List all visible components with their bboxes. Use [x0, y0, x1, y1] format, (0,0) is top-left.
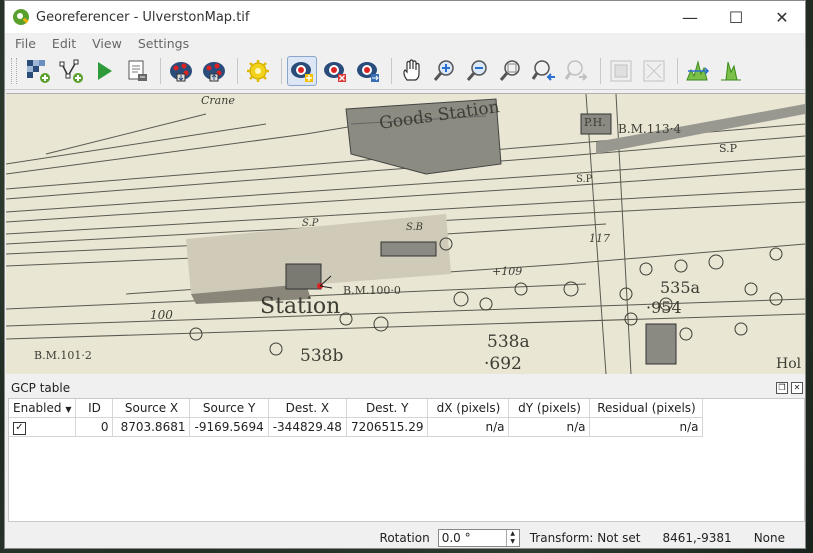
zoom-out-icon[interactable]	[463, 56, 493, 86]
menu-bar: File Edit View Settings	[5, 33, 805, 53]
map-label-hol: Hol	[776, 356, 802, 372]
toolbar-separator	[281, 58, 282, 84]
column-header-dx[interactable]: dX (pixels)	[427, 399, 510, 418]
close-button[interactable]: ✕	[759, 1, 805, 33]
menu-file[interactable]: File	[9, 36, 42, 51]
zoom-in-icon[interactable]	[430, 56, 460, 86]
map-label-sp: S.P	[719, 142, 738, 155]
status-bar: Rotation 0.0 ° ▲ ▼ Transform: Not set 846…	[6, 526, 805, 549]
zoom-to-layer-icon[interactable]	[496, 56, 526, 86]
start-georeferencing-vector-icon[interactable]	[56, 56, 86, 86]
menu-view[interactable]: View	[86, 36, 128, 51]
toolbar-grip[interactable]	[11, 58, 17, 84]
map-label-sb: S.B	[406, 222, 424, 233]
column-header-source-y[interactable]: Source Y	[189, 399, 269, 418]
map-label-954: ·954	[646, 298, 682, 317]
column-header-id[interactable]: ID	[75, 399, 114, 418]
map-canvas[interactable]: Crane Goods Station P.H. B.M.113·4 S.P S…	[6, 93, 805, 374]
cell-id[interactable]: 0	[75, 417, 114, 437]
zoom-last-icon[interactable]	[529, 56, 559, 86]
map-label-station: Station	[260, 294, 341, 319]
toolbar-separator	[237, 58, 238, 84]
georeferencer-window: Georeferencer - UlverstonMap.tif — ☐ ✕ F…	[4, 0, 806, 549]
generate-script-icon[interactable]	[122, 56, 152, 86]
save-gcp-points-icon[interactable]	[199, 56, 229, 86]
cell-dx[interactable]: n/a	[427, 417, 510, 437]
link-georeferencer-icon[interactable]	[606, 56, 636, 86]
scanned-map-image	[6, 94, 805, 374]
cell-dest-x[interactable]: -344829.48	[268, 417, 347, 437]
pan-hand-icon[interactable]	[397, 56, 427, 86]
histogram-stretch-full-icon[interactable]	[683, 56, 713, 86]
coordinate-readout: 8461,-9381	[662, 530, 732, 545]
column-header-residual[interactable]: Residual (pixels)	[589, 399, 704, 418]
minimize-button[interactable]: —	[667, 1, 713, 33]
spin-arrows-icon[interactable]: ▲ ▼	[505, 529, 519, 546]
gcp-table[interactable]: Enabled ▼ ID Source X Source Y Dest. X D…	[8, 398, 805, 522]
map-label-sp: S.P	[576, 174, 593, 185]
table-header-row: Enabled ▼ ID Source X Source Y Dest. X D…	[9, 399, 704, 418]
close-panel-icon[interactable]: ✕	[791, 382, 803, 394]
toolbar	[5, 53, 805, 90]
crs-status[interactable]: None	[754, 531, 785, 545]
cell-dy[interactable]: n/a	[508, 417, 591, 437]
start-georeferencing-play-icon[interactable]	[89, 56, 119, 86]
link-qgis-icon[interactable]	[639, 56, 669, 86]
toolbar-separator	[391, 58, 392, 84]
move-gcp-point-icon[interactable]	[353, 56, 383, 86]
map-label-sp: S.P	[302, 218, 319, 229]
column-header-dy[interactable]: dY (pixels)	[508, 399, 591, 418]
load-gcp-points-icon[interactable]	[166, 56, 196, 86]
toolbar-separator	[600, 58, 601, 84]
menu-settings[interactable]: Settings	[132, 36, 195, 51]
map-label-100: 100	[150, 308, 173, 322]
map-label-538b: 538b	[300, 346, 344, 366]
cell-source-x[interactable]: 8703.8681	[112, 417, 191, 437]
cell-enabled[interactable]: ✓	[9, 417, 77, 437]
gcp-panel-title: GCP table	[11, 381, 71, 395]
table-row[interactable]: ✓ 0 8703.8681 -9169.5694 -344829.48 7206…	[9, 417, 704, 437]
qgis-logo-icon	[13, 9, 29, 25]
map-label-692: ·692	[484, 354, 522, 374]
maximize-button[interactable]: ☐	[713, 1, 759, 33]
map-label-117: 117	[589, 232, 610, 245]
zoom-next-icon[interactable]	[562, 56, 592, 86]
map-label-535a: 535a	[660, 278, 701, 297]
menu-edit[interactable]: Edit	[46, 36, 82, 51]
enabled-checkbox[interactable]: ✓	[13, 422, 26, 435]
column-header-source-x[interactable]: Source X	[112, 399, 191, 418]
map-label-bm-113: B.M.113·4	[618, 122, 682, 136]
toolbar-separator	[160, 58, 161, 84]
column-header-dest-y[interactable]: Dest. Y	[346, 399, 429, 418]
sort-down-icon: ▼	[65, 405, 72, 414]
gcp-panel-header: GCP table ❐ ✕	[6, 379, 805, 397]
transform-status: Transform: Not set	[529, 530, 641, 545]
rotation-value[interactable]: 0.0 °	[439, 531, 471, 545]
cell-source-y[interactable]: -9169.5694	[189, 417, 269, 437]
title-bar[interactable]: Georeferencer - UlverstonMap.tif — ☐ ✕	[5, 1, 805, 33]
rotation-spinbox[interactable]: 0.0 ° ▲ ▼	[437, 528, 520, 547]
float-panel-icon[interactable]: ❐	[776, 382, 788, 394]
map-label-538a: 538a	[487, 332, 530, 352]
rotation-label: Rotation	[379, 530, 430, 545]
map-label-109: +109	[492, 265, 523, 278]
toolbar-separator	[677, 58, 678, 84]
histogram-stretch-local-icon[interactable]	[716, 56, 746, 86]
map-label-bm-100: B.M.100·0	[343, 284, 401, 297]
cell-residual[interactable]: n/a	[589, 417, 704, 437]
delete-point-icon[interactable]	[320, 56, 350, 86]
column-header-enabled[interactable]: Enabled ▼	[9, 399, 77, 418]
add-point-icon[interactable]	[287, 56, 317, 86]
open-raster-icon[interactable]	[23, 56, 53, 86]
window-title: Georeferencer - UlverstonMap.tif	[36, 9, 250, 25]
cell-dest-y[interactable]: 7206515.29	[346, 417, 429, 437]
transformation-settings-icon[interactable]	[243, 56, 273, 86]
map-label-crane: Crane	[201, 94, 235, 107]
map-label-bm-101: B.M.101·2	[34, 349, 92, 362]
map-label-ph: P.H.	[584, 116, 606, 129]
column-header-dest-x[interactable]: Dest. X	[268, 399, 347, 418]
